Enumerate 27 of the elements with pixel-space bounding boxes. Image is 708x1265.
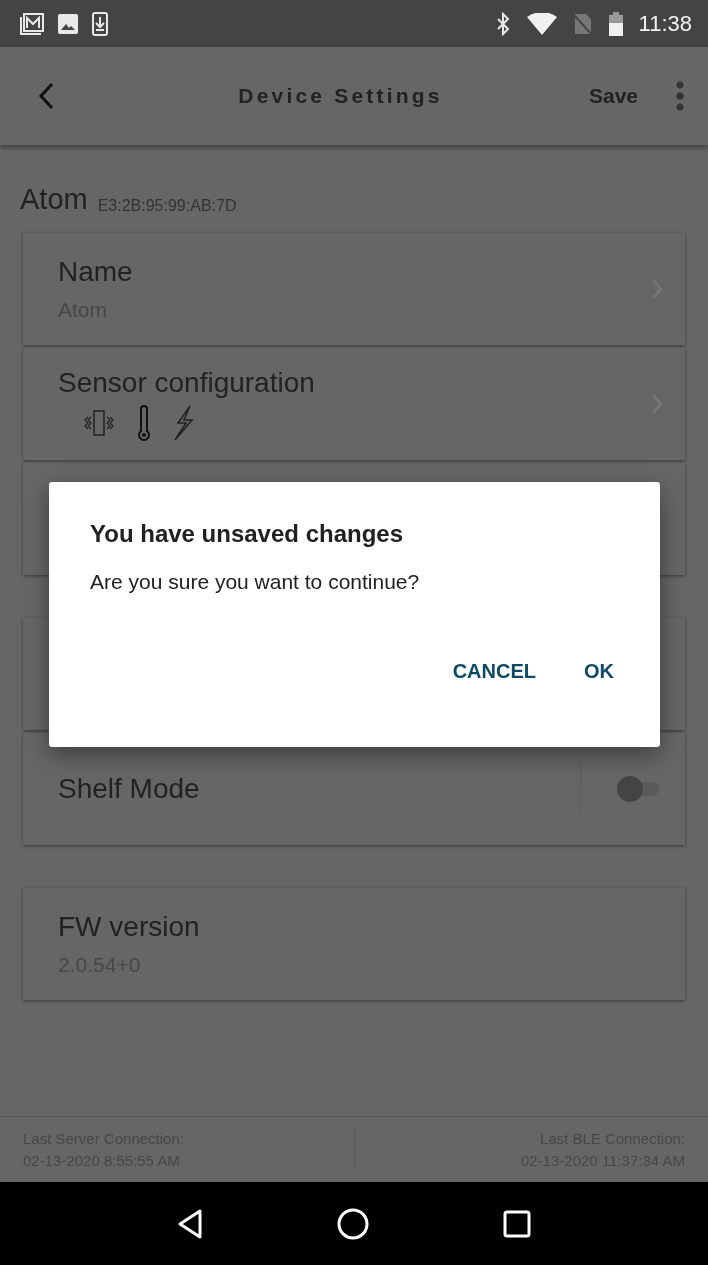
item-label: Name <box>58 256 134 288</box>
device-name: Atom <box>20 185 88 214</box>
lightning-icon <box>172 405 194 441</box>
item-label: FW version <box>58 911 201 943</box>
item-label: Sensor configuration <box>58 367 316 399</box>
wifi-icon <box>526 12 557 35</box>
image-icon <box>58 13 78 34</box>
clock-time: 11:38 <box>638 10 692 37</box>
download-icon <box>92 11 108 36</box>
bluetooth-icon <box>494 11 511 36</box>
item-label: Shelf Mode <box>58 773 201 805</box>
dialog-message: Are you sure you want to continue? <box>90 570 421 594</box>
square-icon <box>503 1209 531 1238</box>
more-options-icon <box>676 81 684 111</box>
mail-icon <box>20 12 44 35</box>
thermometer-icon <box>136 405 152 441</box>
no-sim-icon <box>572 11 593 36</box>
save-button[interactable]: Save <box>578 76 648 116</box>
cancel-button[interactable]: CANCEL <box>438 650 550 693</box>
circle-icon <box>337 1207 369 1240</box>
page-title: Device Settings <box>237 84 444 108</box>
settings-item[interactable]: Sensor configuration <box>23 348 685 460</box>
back-chevron-icon <box>38 82 54 110</box>
dialog-title: You have unsaved changes <box>90 520 404 548</box>
triangle-icon <box>177 1208 203 1239</box>
ok-button[interactable]: OK <box>570 650 628 693</box>
battery-icon <box>608 11 623 36</box>
